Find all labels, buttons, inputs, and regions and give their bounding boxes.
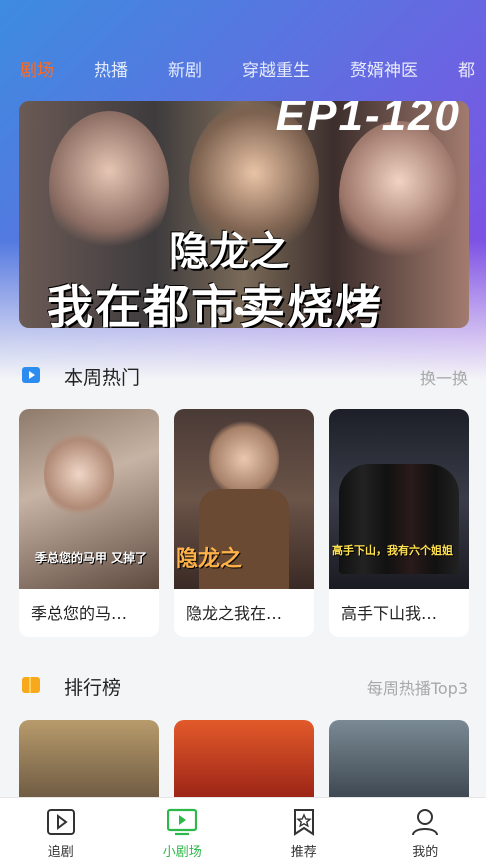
tab-new[interactable]: 新剧	[168, 56, 202, 81]
drama-poster: 高手下山，我有六个姐姐	[329, 409, 469, 589]
star-bookmark-icon	[293, 809, 314, 836]
featured-banner[interactable]: EP1-120 隐龙之 我在都市卖烧烤	[19, 101, 469, 328]
drama-card[interactable]: 季总您的马甲 又掉了 季总您的马…	[19, 409, 159, 637]
banner-figure-right	[339, 121, 459, 271]
nav-follow[interactable]: 追剧	[0, 798, 122, 865]
banner-title-line2: 我在都市卖烧烤	[47, 280, 383, 328]
user-icon	[412, 809, 439, 836]
drama-name: 高手下山我…	[341, 604, 438, 623]
poster-caption: 隐龙之	[176, 547, 243, 572]
ranking-header: 排行榜 每周热播Top3	[0, 670, 486, 700]
drama-name: 隐龙之我在…	[186, 604, 283, 623]
drama-card[interactable]: 高手下山，我有六个姐姐 高手下山我…	[329, 409, 469, 637]
poster-caption: 季总您的马甲 又掉了	[35, 551, 148, 565]
ranking-card[interactable]	[174, 720, 314, 800]
ranking-title: 排行榜	[64, 677, 122, 699]
drama-poster: 季总您的马甲 又掉了	[19, 409, 159, 589]
nav-label: 推荐	[290, 845, 317, 860]
tab-hot[interactable]: 热播	[94, 56, 128, 81]
banner-title-line1: 隐龙之	[169, 228, 289, 275]
nav-mini-theater[interactable]: 小剧场	[122, 798, 244, 865]
banner-figure-left	[49, 111, 169, 261]
category-tabs: 剧场 热播 新剧 穿越重生 赘婿神医 都	[0, 48, 486, 88]
bottom-navigation: 追剧 小剧场 推荐 我的	[0, 797, 486, 865]
weekly-hot-header: 本周热门 换一换	[0, 360, 486, 390]
tab-theater[interactable]: 剧场	[20, 56, 54, 81]
ranking-card[interactable]	[19, 720, 159, 800]
poster-caption: 高手下山，我有六个姐姐	[332, 544, 453, 557]
refresh-button[interactable]: 换一换	[420, 365, 468, 389]
drama-poster: 隐龙之	[174, 409, 314, 589]
weekly-hot-title: 本周热门	[64, 367, 141, 389]
tab-time-travel[interactable]: 穿越重生	[242, 56, 310, 81]
nav-label: 小剧场	[162, 845, 202, 860]
nav-profile[interactable]: 我的	[365, 798, 486, 865]
carousel-dot[interactable]	[253, 307, 261, 315]
carousel-dot[interactable]	[217, 307, 225, 315]
play-square-icon	[22, 367, 40, 383]
ranking-more-link[interactable]: 每周热播Top3	[367, 675, 468, 699]
nav-label: 我的	[412, 845, 439, 860]
nav-recommend[interactable]: 推荐	[243, 798, 365, 865]
nav-label: 追剧	[47, 845, 74, 860]
ranking-card[interactable]	[329, 720, 469, 800]
banner-episode-text: EP1-120	[275, 101, 461, 140]
play-square-icon	[46, 809, 75, 835]
carousel-indicator	[217, 307, 261, 315]
tab-son-in-law[interactable]: 赘婿神医	[350, 56, 418, 81]
drama-name: 季总您的马…	[31, 604, 128, 623]
bookmark-icon	[22, 677, 40, 693]
drama-card[interactable]: 隐龙之 隐龙之我在…	[174, 409, 314, 637]
tv-icon	[167, 808, 198, 836]
carousel-dot-active[interactable]	[235, 307, 243, 315]
tab-urban[interactable]: 都	[458, 56, 475, 81]
